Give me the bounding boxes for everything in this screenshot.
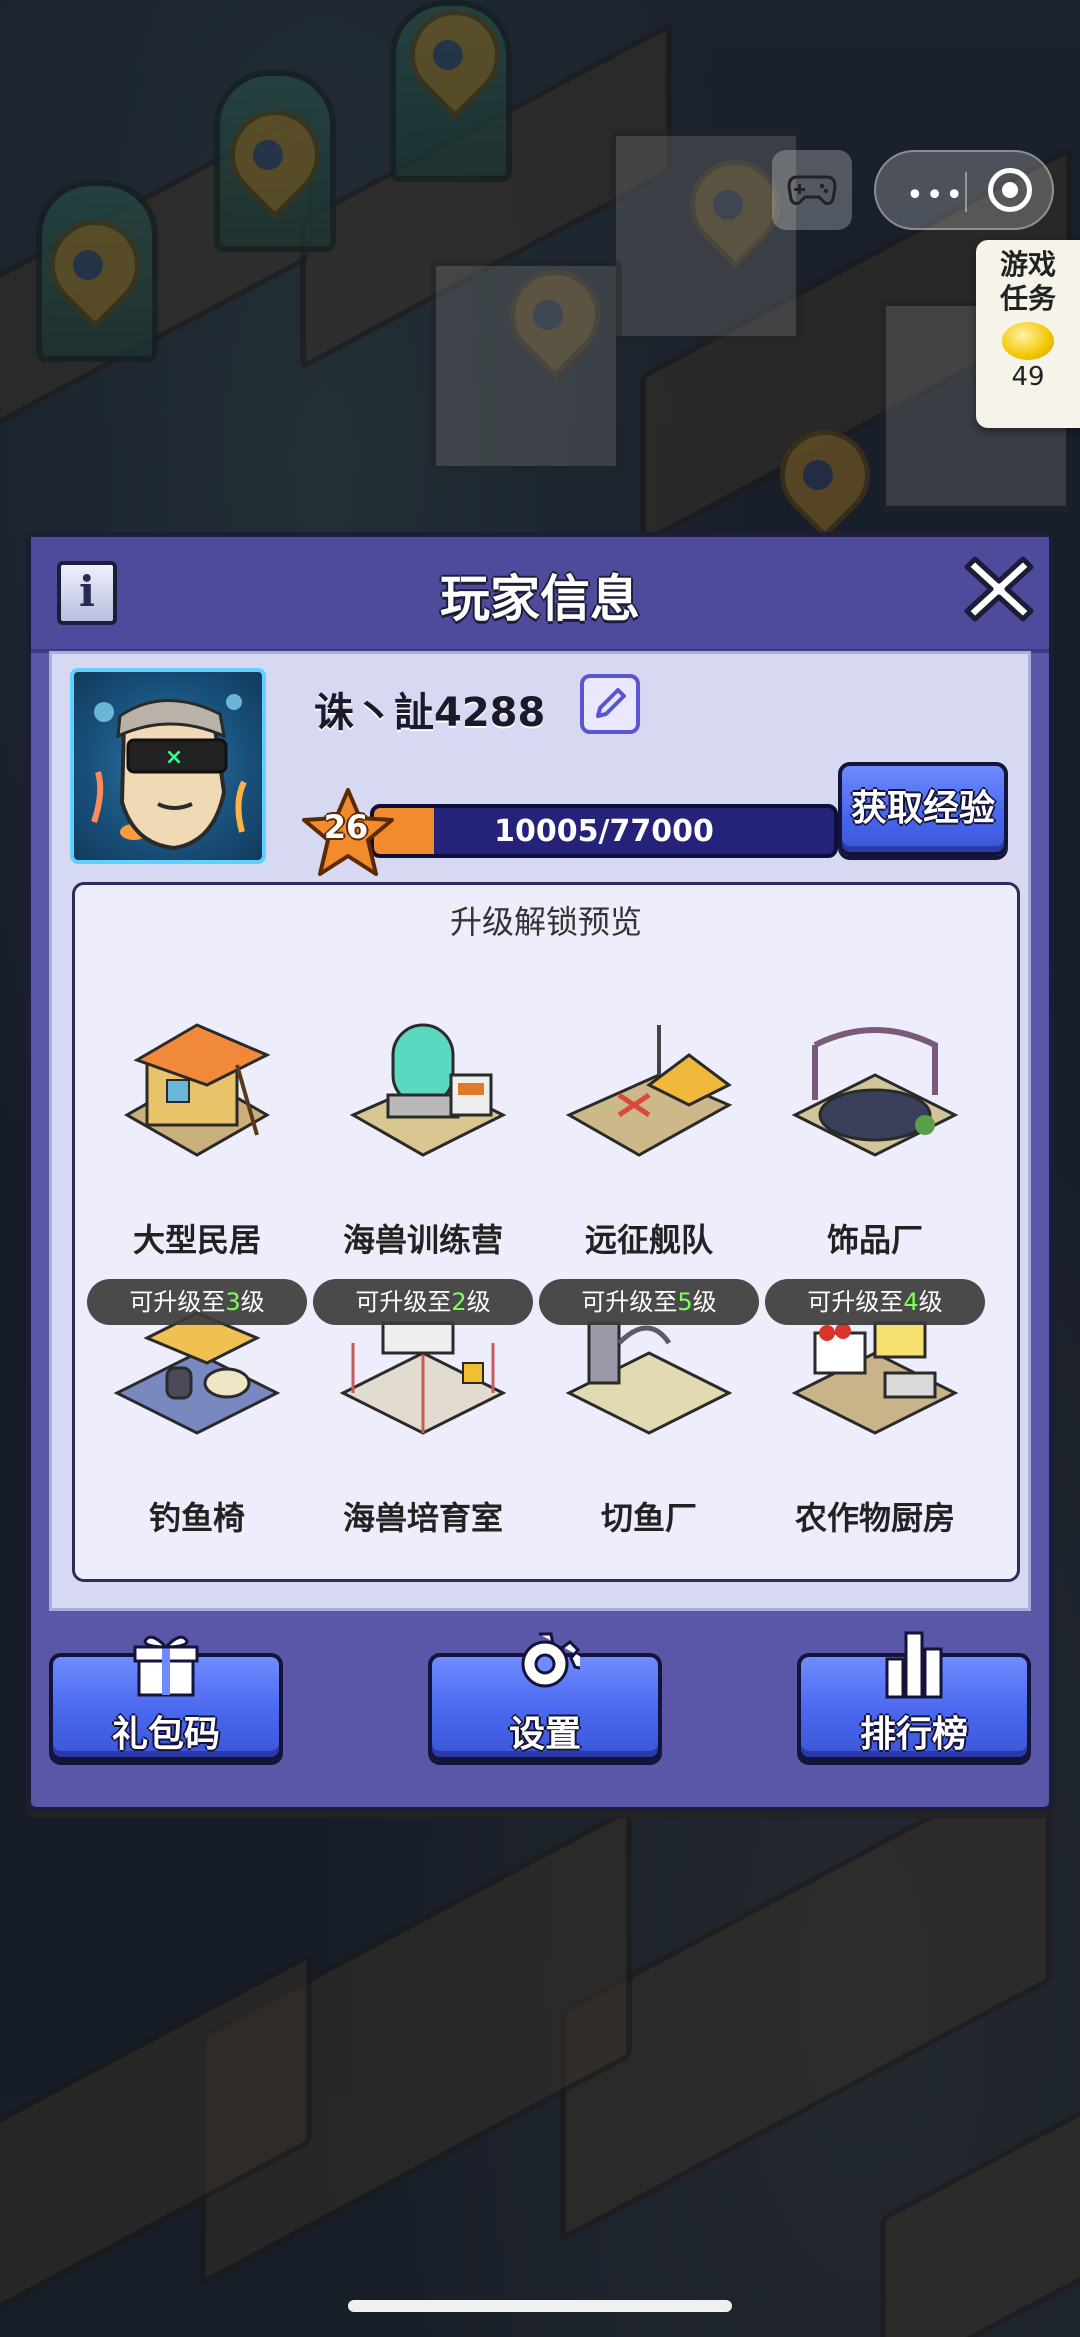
- building-item[interactable]: 海兽训练营: [313, 1005, 533, 1285]
- building-label: 饰品厂: [826, 1221, 923, 1259]
- leaderboard-button[interactable]: 排行榜: [797, 1631, 1031, 1761]
- capsule-divider: [965, 172, 967, 212]
- building-label: 钓鱼椅: [148, 1499, 245, 1537]
- badge-level: 5: [677, 1288, 693, 1316]
- gift-icon: [133, 1635, 199, 1697]
- gamepad-icon: [787, 175, 837, 205]
- pencil-icon: [596, 688, 626, 718]
- panel-body: × 诛丶訨4288 10005/77000 26 获取经验 升级解锁预览 大型民…: [49, 651, 1031, 1611]
- task-label-line-1: 游戏: [999, 248, 1056, 281]
- game-task-card[interactable]: 游戏 任务 49: [976, 240, 1080, 428]
- upgrade-badge: 可升级至5级: [539, 1279, 759, 1325]
- building-item[interactable]: 可升级至4级 农作物厨房: [765, 1279, 985, 1563]
- gear-icon: [521, 1632, 580, 1688]
- building-item[interactable]: 大型民居: [87, 1005, 307, 1285]
- avatar[interactable]: ×: [70, 668, 266, 864]
- bar-chart-icon: [885, 1631, 943, 1699]
- task-label-line-2: 任务: [999, 282, 1056, 315]
- badge-level: 4: [903, 1288, 919, 1316]
- upgrade-badge: 可升级至3级: [87, 1279, 307, 1325]
- avatar-portrait: ×: [91, 694, 247, 851]
- badge-suffix: 级: [466, 1288, 491, 1316]
- building-label: 切鱼厂: [600, 1499, 697, 1537]
- badge-level: 3: [225, 1288, 241, 1316]
- gift-code-button[interactable]: 礼包码: [49, 1635, 283, 1761]
- get-exp-button[interactable]: 获取经验: [838, 762, 1008, 856]
- settings-button[interactable]: 设置: [428, 1632, 662, 1761]
- building-label: 农作物厨房: [794, 1499, 955, 1537]
- exp-text: 10005/77000: [494, 814, 714, 849]
- sea-beast-camp-art: [349, 1023, 507, 1157]
- close-miniprogram-icon[interactable]: [988, 168, 1032, 212]
- miniprogram-capsule: •••: [874, 150, 1054, 230]
- building-item[interactable]: 饰品厂: [765, 1005, 985, 1285]
- exp-bar: 10005/77000: [370, 804, 838, 858]
- badge-suffix: 级: [240, 1288, 265, 1316]
- building-item[interactable]: 可升级至5级 切鱼厂: [539, 1279, 759, 1563]
- badge-level: 2: [451, 1288, 467, 1316]
- leaderboard-label: 排行榜: [859, 1714, 968, 1755]
- gift-code-label: 礼包码: [111, 1714, 220, 1755]
- upgrade-badge: 可升级至2级: [313, 1279, 533, 1325]
- building-item[interactable]: 可升级至2级 海兽培育室: [313, 1279, 533, 1563]
- building-label: 大型民居: [132, 1221, 261, 1259]
- panel-header: i 玩家信息: [31, 537, 1049, 653]
- building-item[interactable]: 远征舰队: [539, 1005, 759, 1285]
- task-label: 游戏 任务: [976, 240, 1080, 316]
- gold-ingot-icon: [1002, 322, 1054, 360]
- badge-prefix: 可升级至: [129, 1288, 226, 1316]
- gamepad-button[interactable]: [772, 150, 852, 230]
- large-house-art: [123, 1023, 271, 1157]
- edit-name-button[interactable]: [580, 674, 640, 734]
- player-info-panel: i 玩家信息 × 诛丶訨4288 10005/77000 26 获取经验 升级解…: [26, 532, 1054, 1812]
- building-label: 海兽训练营: [342, 1221, 503, 1259]
- expedition-fleet-art: [565, 1025, 733, 1157]
- building-label: 海兽培育室: [342, 1499, 503, 1537]
- player-name: 诛丶訨4288: [314, 690, 546, 736]
- task-count: 49: [1011, 362, 1045, 392]
- close-icon[interactable]: [961, 551, 1037, 627]
- settings-label: 设置: [508, 1714, 581, 1755]
- more-options-icon[interactable]: •••: [906, 178, 965, 213]
- building-item[interactable]: 可升级至3级 钓鱼椅: [87, 1279, 307, 1563]
- badge-suffix: 级: [692, 1288, 717, 1316]
- accessory-factory-art: [791, 1027, 959, 1157]
- player-level: 26: [323, 808, 369, 846]
- panel-title: 玩家信息: [440, 570, 640, 628]
- badge-suffix: 级: [918, 1288, 943, 1316]
- unlock-preview: 升级解锁预览 大型民居 海兽训练营 远征舰队 饰品厂 可升级至3级 钓鱼椅 可升…: [72, 882, 1020, 1582]
- home-indicator[interactable]: [348, 2300, 732, 2312]
- badge-prefix: 可升级至: [581, 1288, 678, 1316]
- building-label: 远征舰队: [584, 1221, 713, 1259]
- badge-prefix: 可升级至: [355, 1288, 452, 1316]
- upgrade-badge: 可升级至4级: [765, 1279, 985, 1325]
- unlock-preview-title: 升级解锁预览: [449, 903, 642, 941]
- svg-text:×: ×: [165, 745, 183, 770]
- badge-prefix: 可升级至: [807, 1288, 904, 1316]
